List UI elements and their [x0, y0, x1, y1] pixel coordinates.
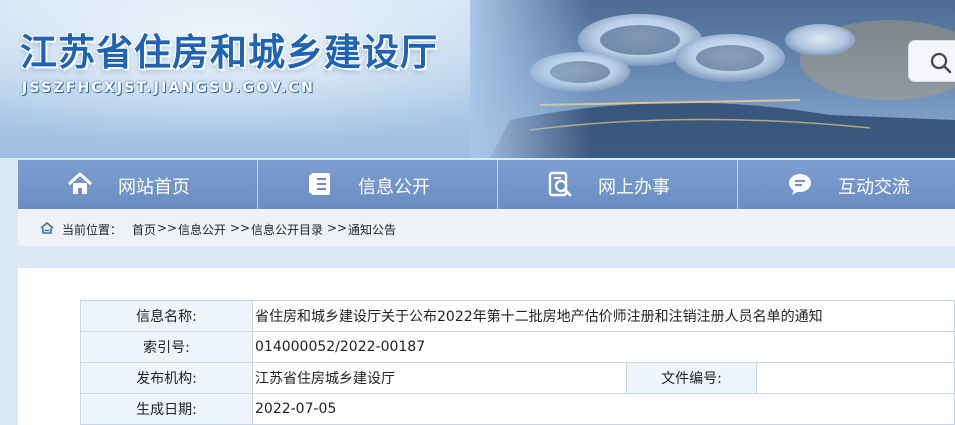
info-label-publisher: 发布机构:: [80, 362, 253, 394]
home-small-icon: [40, 222, 54, 234]
nav-item-interaction[interactable]: 互动交流: [738, 160, 955, 209]
info-label-doc-number: 文件编号:: [626, 362, 757, 394]
breadcrumb-separator: >>: [157, 221, 178, 235]
info-value-index: 014000052/2022-00187: [252, 331, 955, 363]
breadcrumb-separator: >>: [230, 221, 251, 235]
document-list-icon: [309, 173, 330, 195]
nav-label-online-services: 网上办事: [598, 177, 670, 198]
nav-label-interaction: 互动交流: [838, 177, 910, 198]
table-row: 信息名称: 省住房和城乡建设厅关于公布2022年第十二批房地产估价师注册和注销注…: [80, 300, 955, 332]
info-value-publisher: 江苏省住房城乡建设厅: [252, 362, 627, 394]
table-row: 发布机构: 江苏省住房城乡建设厅 文件编号:: [80, 362, 955, 394]
nav-item-home[interactable]: 网站首页: [18, 160, 258, 209]
home-icon: [67, 172, 93, 194]
stadium-illustration: [470, 0, 955, 158]
info-label-date: 生成日期:: [80, 393, 253, 425]
breadcrumb-link-info-disclosure[interactable]: 信息公开: [178, 221, 226, 238]
header-banner: 江苏省住房和城乡建设厅 JSSZFHCXJST.JIANGSU.GOV.CN: [0, 0, 955, 158]
document-info-table: 信息名称: 省住房和城乡建设厅关于公布2022年第十二批房地产估价师注册和注销注…: [80, 300, 955, 425]
breadcrumb: 当前位置： 首页 >> 信息公开 >> 信息公开目录 >> 通知公告: [18, 209, 955, 247]
info-label-title: 信息名称:: [80, 300, 253, 332]
search-button[interactable]: [908, 40, 955, 82]
main-nav: 网站首页 信息公开 网上办事 互动交流: [18, 160, 955, 209]
document-search-icon: [548, 171, 572, 197]
nav-label-info-disclosure: 信息公开: [358, 177, 430, 198]
nav-label-home: 网站首页: [118, 177, 190, 198]
info-value-date: 2022-07-05: [252, 393, 955, 425]
breadcrumb-prefix: 当前位置：: [62, 223, 123, 237]
table-row: 索引号: 014000052/2022-00187: [80, 331, 955, 363]
chat-bubble-icon: [789, 174, 811, 195]
nav-item-online-services[interactable]: 网上办事: [498, 160, 738, 209]
info-value-doc-number: [756, 362, 955, 394]
nav-item-info-disclosure[interactable]: 信息公开: [258, 160, 498, 209]
info-value-title: 省住房和城乡建设厅关于公布2022年第十二批房地产估价师注册和注销注册人员名单的…: [252, 300, 955, 332]
breadcrumb-separator: >>: [327, 221, 348, 235]
search-icon: [930, 52, 952, 74]
breadcrumb-link-notices[interactable]: 通知公告: [348, 221, 396, 238]
breadcrumb-link-home[interactable]: 首页: [132, 221, 156, 238]
info-label-index: 索引号:: [80, 331, 253, 363]
table-row: 生成日期: 2022-07-05: [80, 393, 955, 425]
site-domain: JSSZFHCXJST.JIANGSU.GOV.CN: [22, 80, 316, 96]
breadcrumb-link-info-catalog[interactable]: 信息公开目录: [251, 221, 323, 238]
site-title: 江苏省住房和城乡建设厅: [20, 31, 438, 74]
